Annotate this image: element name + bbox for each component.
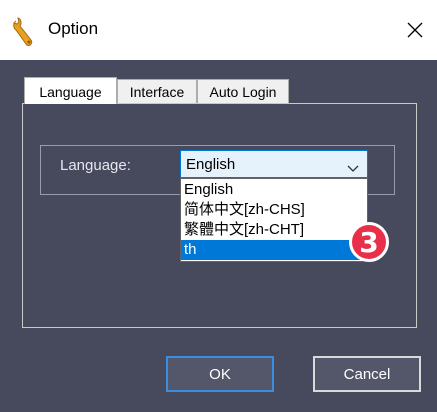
chevron-down-icon xyxy=(347,160,359,178)
title-bar: Option xyxy=(0,0,437,60)
cancel-button[interactable]: Cancel xyxy=(313,356,421,392)
option-zh-chs[interactable]: 简体中文[zh-CHS] xyxy=(181,200,367,220)
option-th[interactable]: th xyxy=(181,240,367,260)
wrench-icon xyxy=(10,17,36,47)
language-combobox[interactable]: English xyxy=(180,150,368,178)
ok-button[interactable]: OK xyxy=(166,356,274,392)
tab-interface[interactable]: Interface xyxy=(117,79,197,103)
tab-language[interactable]: Language xyxy=(24,77,117,104)
option-english[interactable]: English xyxy=(181,180,367,200)
combobox-selected-value: English xyxy=(186,156,236,173)
close-icon xyxy=(407,22,423,38)
option-dialog: Option Language Interface Auto Login Lan… xyxy=(0,0,437,412)
language-dropdown-list: English 简体中文[zh-CHS] 繁體中文[zh-CHT] th xyxy=(180,178,368,262)
close-button[interactable] xyxy=(393,8,437,52)
option-zh-cht[interactable]: 繁體中文[zh-CHT] xyxy=(181,220,367,240)
window-title: Option xyxy=(48,19,99,38)
step-number-badge: 3 xyxy=(349,222,389,262)
tab-auto-login[interactable]: Auto Login xyxy=(197,79,289,103)
language-label: Language: xyxy=(60,157,131,174)
